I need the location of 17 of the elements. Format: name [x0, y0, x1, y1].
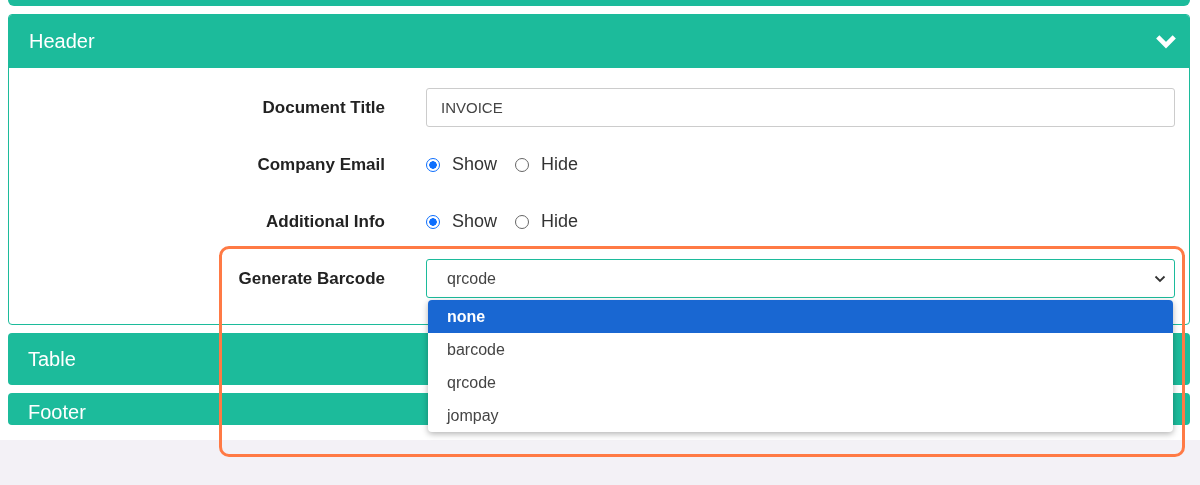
dropdown-option[interactable]: none [428, 300, 1173, 333]
field-label: Generate Barcode [237, 268, 386, 289]
radio-label[interactable]: Show [452, 154, 498, 175]
panel-title: Footer [28, 401, 86, 424]
radio-label[interactable]: Show [452, 211, 498, 232]
radio-label[interactable]: Hide [541, 211, 579, 232]
panel-title: Header [29, 30, 95, 53]
field-label: Document Title [261, 97, 386, 118]
radio-label[interactable]: Hide [541, 154, 579, 175]
dropdown-option[interactable]: qrcode [428, 366, 1173, 399]
field-label: Additional Info [265, 211, 386, 232]
input-field[interactable]: INVOICE [426, 88, 1175, 127]
field-label: Company Email [256, 154, 386, 175]
dropdown-option[interactable]: jompay [428, 399, 1173, 432]
panel-title: Table [28, 347, 76, 371]
dropdown-option[interactable]: barcode [428, 333, 1173, 366]
dropdown-field[interactable]: qrcode [426, 259, 1175, 298]
